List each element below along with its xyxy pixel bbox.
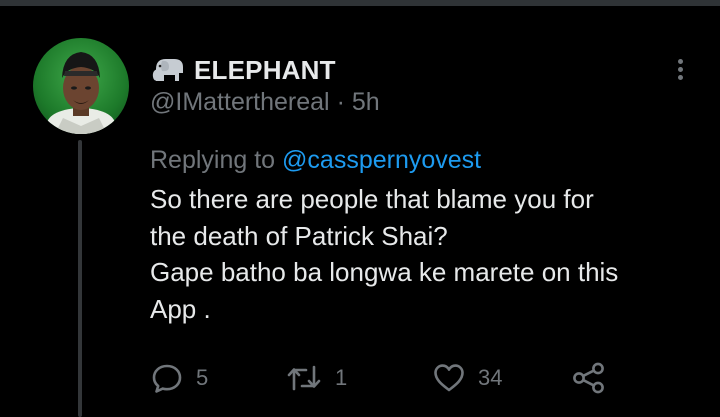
retweet-button[interactable]: 1 (285, 360, 347, 396)
tweet-text: So there are people that blame you for t… (150, 181, 710, 327)
like-count: 34 (478, 365, 503, 390)
share-button[interactable] (570, 360, 608, 396)
more-options-icon[interactable] (670, 56, 690, 86)
avatar[interactable] (33, 38, 129, 134)
author-handle-row: @IMatterthereal · 5h (150, 88, 380, 117)
like-button[interactable]: 34 (432, 360, 502, 396)
author-name-row[interactable]: ELEPHANT (150, 52, 336, 88)
tweet-text-line: App . (150, 293, 211, 324)
author-display-name: ELEPHANT (194, 54, 336, 85)
retweet-icon (287, 365, 321, 391)
reply-button[interactable]: 5 (150, 360, 208, 396)
replying-to-label: Replying to (150, 146, 276, 174)
elephant-emoji-icon (152, 59, 183, 81)
like-icon (434, 364, 464, 392)
tweet-text-line: Gape batho ba longwa ke marete on this (150, 257, 619, 287)
reply-icon (152, 364, 182, 393)
reply-count: 5 (196, 365, 209, 390)
replying-to: Replying to @casspernyovest (150, 146, 481, 175)
author-handle[interactable]: @IMatterthereal (150, 88, 330, 116)
handle-separator: · (336, 88, 345, 116)
top-divider (0, 0, 720, 6)
share-icon (573, 362, 604, 394)
retweet-count: 1 (335, 365, 348, 390)
thread-connector-line (78, 140, 82, 417)
tweet-text-line: So there are people that blame you for (150, 184, 594, 214)
tweet-time[interactable]: 5h (352, 88, 380, 116)
tweet-actions: 5 1 34 (150, 360, 620, 396)
tweet-text-line: the death of Patrick Shai? (150, 220, 448, 251)
replying-to-handle-link[interactable]: @casspernyovest (282, 146, 481, 174)
